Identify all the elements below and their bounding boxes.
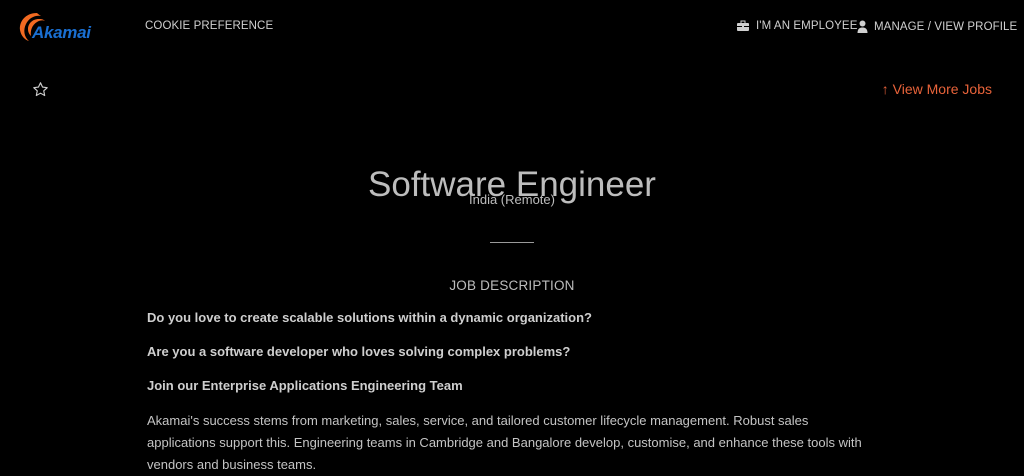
employee-link-label: I'M AN EMPLOYEE <box>756 20 858 32</box>
akamai-logo[interactable]: Akamai <box>17 10 99 44</box>
save-job-button[interactable] <box>32 81 49 103</box>
intro-line: Do you love to create scalable solutions… <box>147 310 592 325</box>
cookie-preference-link[interactable]: COOKIE PREFERENCE <box>145 20 273 32</box>
briefcase-icon <box>737 20 749 31</box>
employee-link[interactable]: I'M AN EMPLOYEE <box>736 20 857 32</box>
profile-link[interactable]: MANAGE / VIEW PROFILE <box>857 20 1017 33</box>
intro-line: Join our Enterprise Applications Enginee… <box>147 378 463 393</box>
user-icon <box>857 20 868 33</box>
title-divider <box>490 242 534 243</box>
job-location: India (Remote) <box>469 192 555 207</box>
logo-text: Akamai <box>32 23 91 42</box>
profile-link-label: MANAGE / VIEW PROFILE <box>874 20 1018 33</box>
top-navigation: Akamai COOKIE PREFERENCE I'M AN EMPLOYEE… <box>0 0 1024 56</box>
intro-line: Are you a software developer who loves s… <box>147 344 571 359</box>
star-icon <box>33 82 48 97</box>
view-more-jobs-link[interactable]: ↑ View More Jobs <box>882 81 992 97</box>
job-description-heading: JOB DESCRIPTION <box>449 278 575 293</box>
description-paragraph: Akamai's success stems from marketing, s… <box>147 413 862 472</box>
